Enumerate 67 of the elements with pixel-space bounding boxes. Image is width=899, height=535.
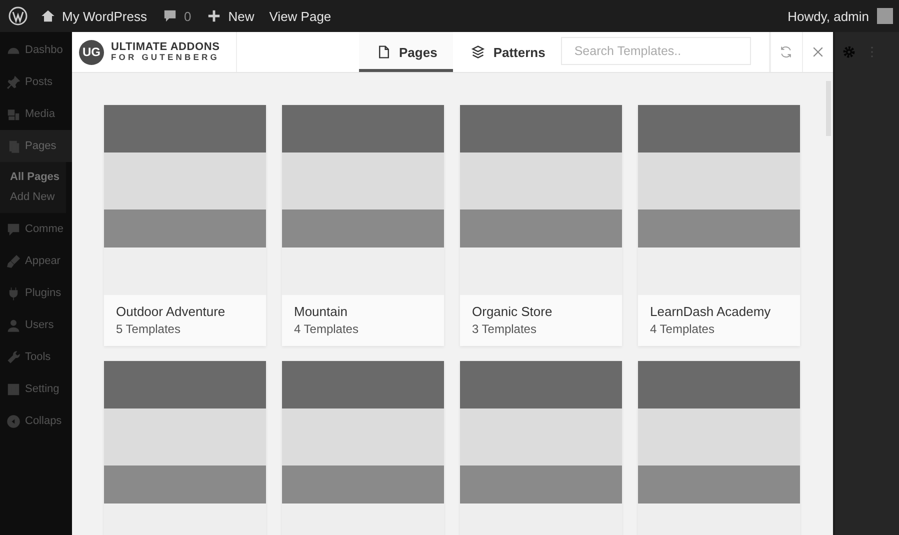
sidebar-item[interactable]: Setting [0, 373, 72, 405]
template-count: 3 Templates [472, 322, 538, 336]
site-name-link[interactable]: My WordPress [40, 8, 147, 24]
sidebar-item[interactable]: Collaps [0, 405, 72, 437]
template-card[interactable]: Organic Store 3 Templates [460, 105, 622, 346]
account-link[interactable]: Howdy, admin [788, 8, 893, 24]
speech-bubble-icon [162, 8, 178, 24]
template-title: LearnDash Academy [650, 304, 772, 319]
submenu-item[interactable]: All Pages [0, 167, 66, 187]
logo-badge: UG [79, 40, 104, 64]
tab[interactable]: Patterns [453, 32, 562, 72]
view-page-link[interactable]: View Page [269, 8, 332, 24]
page-icon [377, 45, 391, 59]
sidebar-item-label: Comme [25, 223, 64, 235]
template-card[interactable]: Outdoor Adventure 5 Templates [104, 105, 266, 346]
home-icon [40, 8, 56, 24]
template-preview-image[interactable] [104, 361, 266, 535]
refresh-icon [779, 45, 794, 59]
sidebar-item-label: Collaps [25, 415, 62, 427]
template-preview-image[interactable] [460, 361, 622, 535]
sidebar-item-label: Dashbo [25, 44, 63, 56]
sidebar-item-label: Tools [25, 351, 51, 363]
sidebar-item-label: Plugins [25, 287, 62, 299]
plus-icon [206, 8, 222, 24]
close-icon [810, 45, 825, 59]
template-card[interactable]: Mountain 4 Templates [282, 105, 444, 346]
user-icon [6, 318, 21, 332]
pin-icon [6, 74, 21, 90]
sidebar-item[interactable]: Tools [0, 341, 72, 373]
search-field[interactable]: Search Templates.. [561, 37, 752, 65]
logo-subtitle: FOR GUTENBERG [111, 53, 220, 63]
avatar-icon [877, 8, 893, 24]
sidebar-item[interactable]: Users [0, 309, 72, 341]
layers-icon [471, 45, 486, 59]
media-icon [6, 106, 21, 122]
sidebar-item-label: Appear [25, 255, 60, 267]
comments-link[interactable]: 0 [162, 8, 192, 24]
sidebar-item-label: Posts [25, 76, 53, 88]
sidebar-item[interactable]: Plugins [0, 277, 72, 309]
sidebar-item-label: Pages [25, 140, 56, 152]
brush-icon [6, 254, 21, 268]
sidebar-item[interactable]: Appear [0, 245, 72, 277]
new-link[interactable]: New [206, 8, 254, 24]
sidebar-item-label: Users [25, 319, 54, 331]
template-count: 4 Templates [650, 322, 716, 336]
template-count: 4 Templates [294, 322, 360, 336]
sidebar-item[interactable]: Media [0, 98, 72, 130]
logo-title: ULTIMATE ADDONS [111, 41, 220, 54]
template-title: Mountain [294, 304, 348, 319]
sidebar-item-label: Setting [25, 383, 60, 395]
wordpress-logo-icon[interactable] [8, 6, 28, 26]
template-preview-image[interactable] [638, 361, 800, 535]
template-title: Organic Store [472, 304, 554, 319]
sidebar-item[interactable]: Comme [0, 213, 72, 245]
comment-icon [6, 222, 21, 236]
sidebar-item-label: Media [25, 108, 55, 120]
template-card[interactable]: LearnDash Academy 4 Templates [638, 105, 800, 346]
sidebar-item[interactable]: Dashbo [0, 34, 72, 66]
tab[interactable]: Pages [359, 32, 454, 72]
collapse-icon [6, 414, 21, 428]
submenu-item[interactable]: Add New [0, 187, 66, 207]
wrench-icon [6, 350, 21, 364]
template-count: 5 Templates [116, 322, 182, 336]
template-preview-image[interactable] [282, 361, 444, 535]
sidebar-item[interactable]: Pages [0, 130, 72, 162]
template-title: Outdoor Adventure [116, 304, 226, 319]
sidebar-item[interactable]: Posts [0, 66, 72, 98]
